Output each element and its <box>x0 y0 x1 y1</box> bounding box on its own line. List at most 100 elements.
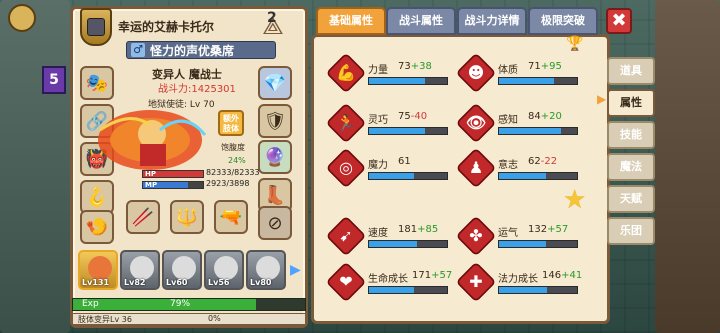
stat-bar-fill <box>369 287 415 293</box>
rank-badge-icon[interactable] <box>80 8 112 46</box>
hp-bar: HP <box>142 170 204 178</box>
stat-bar-fill <box>499 78 554 84</box>
equip-slot-weapon-3[interactable]: 🔱 <box>170 200 204 234</box>
stat-row: ◎ 魔力 61 <box>325 147 456 192</box>
stat-value: 132+57 <box>528 224 568 235</box>
pet-slot[interactable]: Lv80 <box>246 250 286 290</box>
pet-scroll-right-icon[interactable]: ▶ <box>290 262 301 278</box>
satiety-label: 饱腹度 <box>221 143 245 152</box>
limb-mutation-label: 肢体变异Lv 36 <box>78 315 132 324</box>
pet-slot[interactable]: Lv60 <box>162 250 202 290</box>
stat-value: 84+20 <box>528 111 562 122</box>
stat-base-value: 146 <box>542 270 562 281</box>
equip-slot-gun[interactable]: 🔫 <box>214 200 248 234</box>
stat-name: 运气 <box>498 228 518 239</box>
stat-value: 62-22 <box>528 156 557 167</box>
tab-4[interactable]: 极限突破 <box>528 7 598 35</box>
equip-slot-locked[interactable]: ⊘ <box>258 206 292 240</box>
pet-level: Lv60 <box>166 278 188 287</box>
stat-row: ❤ 生命成长 171+57 <box>325 261 456 306</box>
equip-slot-orb[interactable]: 🔮 <box>258 140 292 174</box>
stat-bonus: +38 <box>410 61 432 72</box>
pet-portrait-icon <box>130 256 154 280</box>
pet-row: Lv131 Lv82 Lv60 Lv56 Lv80 <box>78 250 308 294</box>
pet-portrait-icon <box>214 256 238 280</box>
stat-name: 感知 <box>498 115 518 126</box>
stat-base-value: 61 <box>398 156 411 167</box>
stat-base-value: 73 <box>398 61 411 72</box>
stat-glyph-icon: ✚ <box>469 272 483 291</box>
stat-bar <box>368 127 448 135</box>
equip-slot-weapon-1[interactable]: 🍤 <box>80 210 114 244</box>
male-icon: ♂ <box>131 43 145 57</box>
stat-value: 75-40 <box>398 111 427 122</box>
tab-2[interactable]: 战斗属性 <box>386 7 456 35</box>
close-button[interactable]: ✖ <box>606 8 632 34</box>
stat-bar <box>368 77 448 85</box>
pet-slot[interactable]: Lv82 <box>120 250 160 290</box>
stat-bar-fill <box>369 241 418 247</box>
stat-name: 魔力 <box>368 160 388 171</box>
hp-label: HP <box>145 170 156 178</box>
character-name: 怪力的声优桑席 <box>150 43 235 58</box>
trophy-icon[interactable]: 🏆 <box>566 36 584 56</box>
stat-value: 61 <box>398 156 411 167</box>
stat-glyph-icon: ☻ <box>467 63 485 82</box>
tab-3[interactable]: 战斗力详情 <box>457 7 527 35</box>
side-tab-6[interactable]: 乐团 <box>607 217 655 245</box>
stat-bar-fill <box>499 128 562 134</box>
mp-label: MP <box>145 181 158 189</box>
stat-bar <box>498 127 578 135</box>
stat-row: 💪 力量 73+38 <box>325 52 456 97</box>
stat-glyph-icon: ♟ <box>468 158 484 177</box>
stat-bar-fill <box>499 287 548 293</box>
stat-bar-fill <box>499 241 546 247</box>
stat-glyph-icon: ❤ <box>339 272 353 291</box>
stat-row: 👁 感知 84+20 <box>455 102 586 147</box>
equip-slot-amulet[interactable]: 💎 <box>258 66 292 100</box>
stat-bonus: +57 <box>547 224 569 235</box>
pet-level: Lv82 <box>124 278 146 287</box>
stat-name: 生命成长 <box>368 274 408 285</box>
pet-slot[interactable]: Lv131 <box>78 250 118 290</box>
exp-bar-fill <box>73 299 257 310</box>
equip-slot-helmet[interactable]: 🎭 <box>80 66 114 100</box>
stat-bar <box>368 240 448 248</box>
equip-slot-weapon-2[interactable]: 🥢 <box>126 200 160 234</box>
pet-slot[interactable]: Lv56 <box>204 250 244 290</box>
stat-row: 🏃 灵巧 75-40 <box>325 102 456 147</box>
stat-name: 速度 <box>368 228 388 239</box>
stat-glyph-icon: 👁 <box>465 113 487 132</box>
side-tab-2[interactable]: 属性 <box>607 89 655 117</box>
character-name-banner: ♂ 怪力的声优桑席 <box>126 41 276 59</box>
side-tab-indicator-icon: ▶ <box>597 92 607 106</box>
stat-base-value: 62 <box>528 156 541 167</box>
side-tab-4[interactable]: 魔法 <box>607 153 655 181</box>
star-icon[interactable]: ★ <box>563 185 586 215</box>
pet-portrait-icon <box>172 256 196 280</box>
pet-portrait-icon <box>256 256 280 280</box>
stat-base-value: 71 <box>528 61 541 72</box>
extra-limb-button[interactable]: 额外肢体 <box>218 110 244 136</box>
hud-avatar[interactable] <box>8 4 36 32</box>
stat-row: ✚ 法力成长 146+41 <box>455 261 586 306</box>
stat-base-value: 171 <box>412 270 432 281</box>
character-title: 幸运的艾赫卡托尔 <box>118 20 215 34</box>
pet-level: Lv80 <box>250 278 272 287</box>
hud-level-badge: 5 <box>42 66 66 94</box>
limb-mutation-value: 0% <box>208 314 221 323</box>
side-tab-5[interactable]: 天赋 <box>607 185 655 213</box>
stat-base-value: 132 <box>528 224 548 235</box>
mp-value: 2923/3898 <box>206 179 250 188</box>
stat-bonus: +85 <box>417 224 439 235</box>
character-portrait <box>98 110 207 170</box>
stat-base-value: 181 <box>398 224 418 235</box>
tab-1[interactable]: 基础属性 <box>316 7 386 35</box>
side-tab-3[interactable]: 技能 <box>607 121 655 149</box>
equip-slot-gloves[interactable]: 🪝 <box>80 180 114 214</box>
pet-level: Lv56 <box>208 278 230 287</box>
stat-row: ✤ 运气 132+57 <box>455 215 586 260</box>
stat-bonus: +41 <box>561 270 583 281</box>
equip-slot-armor[interactable]: 🛡 <box>258 104 292 138</box>
side-tab-1[interactable]: 道具 <box>607 57 655 85</box>
